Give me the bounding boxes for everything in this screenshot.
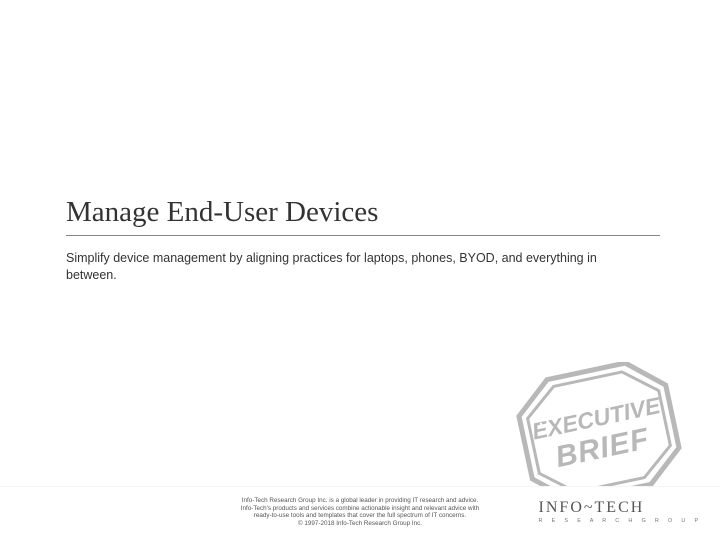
footer-text: Info-Tech Research Group Inc. is a globa… — [170, 497, 550, 527]
stamp-line2: BRIEF — [553, 422, 653, 474]
footer-line3: ready-to-use tools and templates that co… — [170, 512, 550, 520]
title-rule — [66, 235, 660, 236]
slide: Manage End-User Devices Simplify device … — [0, 0, 720, 540]
logo-main: INFO~TECH — [539, 499, 702, 517]
footer: Info-Tech Research Group Inc. is a globa… — [0, 486, 720, 540]
executive-brief-stamp: EXECUTIVE BRIEF — [514, 362, 684, 502]
footer-line1: Info-Tech Research Group Inc. is a globa… — [170, 497, 550, 505]
footer-line4: © 1997-2018 Info-Tech Research Group Inc… — [170, 520, 550, 528]
footer-line2: Info-Tech's products and services combin… — [170, 505, 550, 513]
footer-logo: INFO~TECH R E S E A R C H G R O U P — [539, 499, 702, 524]
title-block: Manage End-User Devices Simplify device … — [66, 196, 660, 284]
stamp-line1: EXECUTIVE — [530, 392, 664, 445]
subtitle: Simplify device management by aligning p… — [66, 250, 606, 284]
page-title: Manage End-User Devices — [66, 196, 660, 229]
logo-sub: R E S E A R C H G R O U P — [539, 518, 702, 524]
